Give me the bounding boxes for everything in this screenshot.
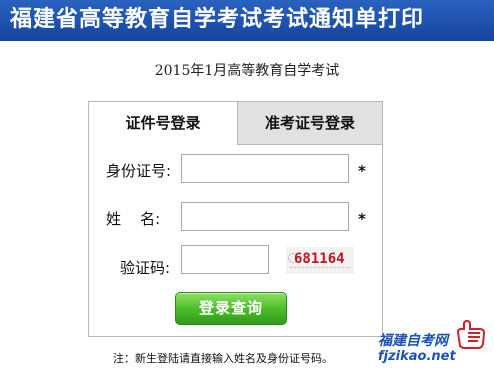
id-required-mark: *	[358, 162, 366, 180]
site-watermark: 福建自考网 fjzikao.net	[378, 318, 494, 375]
hand-logo-icon	[456, 320, 486, 349]
id-number-input[interactable]	[181, 154, 349, 183]
watermark-site-name: 福建自考网	[378, 333, 448, 349]
watermark-domain: fjzikao.net	[378, 349, 456, 364]
tab-admission-login[interactable]: 准考证号登录	[237, 102, 382, 145]
name-label: 姓 名:	[106, 210, 161, 228]
login-query-button[interactable]: 登录查询	[175, 292, 287, 325]
name-input[interactable]	[181, 202, 349, 231]
page-title: 福建省高等教育自学考试考试通知单打印	[10, 7, 425, 32]
tab-id-login[interactable]: 证件号登录	[89, 102, 237, 145]
captcha-image[interactable]: 681164	[286, 247, 354, 274]
captcha-noise-line	[290, 267, 350, 269]
captcha-input[interactable]	[181, 245, 269, 274]
name-required-mark: *	[358, 210, 366, 228]
captcha-code: 681164	[294, 251, 345, 267]
id-number-label: 身份证号:	[106, 162, 172, 180]
exam-title: 2015年1月高等教育自学考试	[154, 63, 340, 79]
page-header: 福建省高等教育自学考试考试通知单打印	[0, 0, 494, 41]
note-text: 注：新生登陆请直接输入姓名及身份证号码。	[113, 352, 333, 365]
captcha-label: 验证码:	[120, 259, 171, 277]
